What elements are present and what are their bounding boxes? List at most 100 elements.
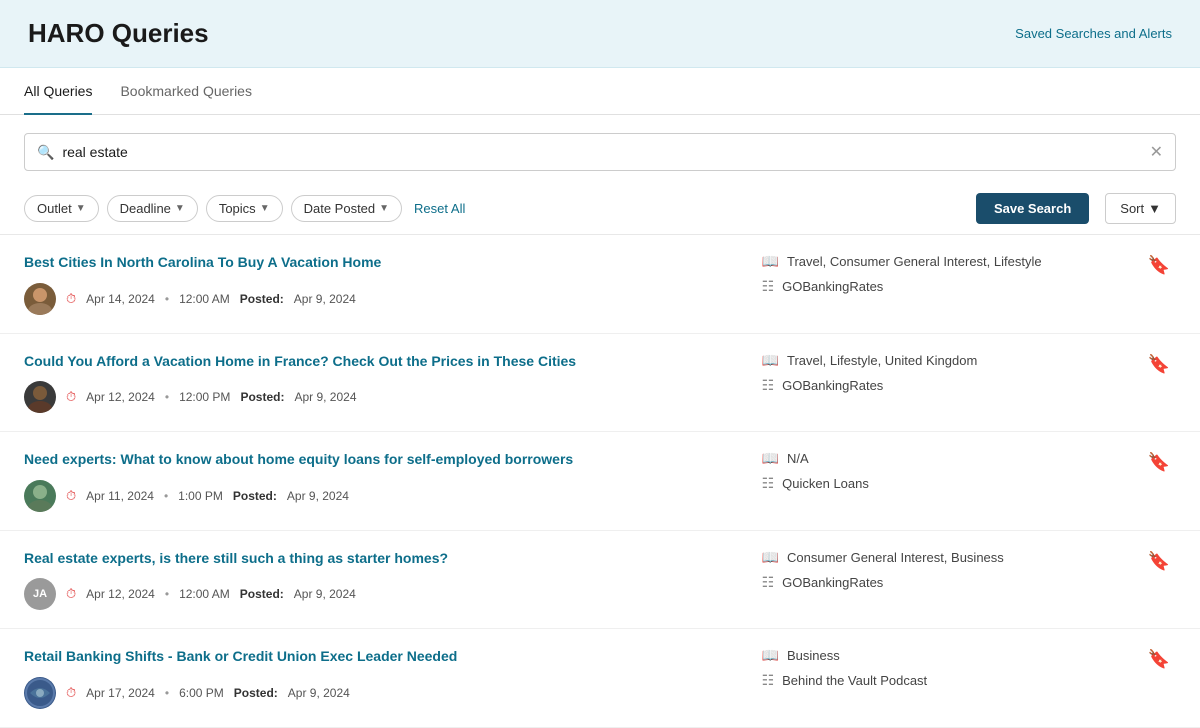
topics-row-4: 📖 Consumer General Interest, Business xyxy=(762,549,1126,566)
avatar-3 xyxy=(24,480,56,512)
result-title-2[interactable]: Could You Afford a Vacation Home in Fran… xyxy=(24,352,730,372)
result-left-4: Real estate experts, is there still such… xyxy=(24,549,730,611)
result-meta-2: ⏱ Apr 12, 2024 • 12:00 PM Posted: Apr 9,… xyxy=(24,381,730,413)
table-row: Could You Afford a Vacation Home in Fran… xyxy=(0,334,1200,433)
tabs-bar: All Queries Bookmarked Queries xyxy=(0,68,1200,115)
date-posted-filter-button[interactable]: Date Posted ▼ xyxy=(291,195,402,222)
posted-label-5: Posted: xyxy=(234,686,278,700)
avatar-1 xyxy=(24,283,56,315)
result-left-5: Retail Banking Shifts - Bank or Credit U… xyxy=(24,647,730,709)
outlet-icon-4: ☷ xyxy=(762,574,775,591)
outlet-text-1: GOBankingRates xyxy=(782,279,883,294)
outlet-row-5: ☷ Behind the Vault Podcast xyxy=(762,672,1126,689)
search-input[interactable] xyxy=(62,144,1149,160)
result-title-1[interactable]: Best Cities In North Carolina To Buy A V… xyxy=(24,253,730,273)
deadline-date-5: Apr 17, 2024 xyxy=(86,686,155,700)
bookmark-button-4[interactable]: 🔖 xyxy=(1142,549,1176,574)
header: HARO Queries Saved Searches and Alerts xyxy=(0,0,1200,68)
topics-filter-button[interactable]: Topics ▼ xyxy=(206,195,283,222)
deadline-time-5: 6:00 PM xyxy=(179,686,224,700)
deadline-date-4: Apr 12, 2024 xyxy=(86,587,155,601)
clock-icon-2: ⏱ xyxy=(66,389,76,405)
outlet-icon-5: ☷ xyxy=(762,672,775,689)
main-content: All Queries Bookmarked Queries 🔍 ✕ Outle… xyxy=(0,68,1200,728)
result-right-2: 📖 Travel, Lifestyle, United Kingdom ☷ GO… xyxy=(746,352,1126,414)
clock-icon-4: ⏱ xyxy=(66,586,76,602)
topics-row-2: 📖 Travel, Lifestyle, United Kingdom xyxy=(762,352,1126,369)
topics-chevron-icon: ▼ xyxy=(260,203,270,214)
posted-label-3: Posted: xyxy=(233,489,277,503)
avatar-image-1 xyxy=(24,283,56,315)
result-meta-4: JA ⏱ Apr 12, 2024 • 12:00 AM Posted: Apr… xyxy=(24,578,730,610)
avatar-2 xyxy=(24,381,56,413)
result-meta-3: ⏱ Apr 11, 2024 • 1:00 PM Posted: Apr 9, … xyxy=(24,480,730,512)
outlet-text-5: Behind the Vault Podcast xyxy=(782,673,927,688)
avatar-4: JA xyxy=(24,578,56,610)
filters-bar: Outlet ▼ Deadline ▼ Topics ▼ Date Posted… xyxy=(0,183,1200,235)
bookmark-button-3[interactable]: 🔖 xyxy=(1142,450,1176,475)
avatar-image-3 xyxy=(24,480,56,512)
result-meta-1: ⏱ Apr 14, 2024 • 12:00 AM Posted: Apr 9,… xyxy=(24,283,730,315)
topics-text-4: Consumer General Interest, Business xyxy=(787,550,1004,565)
date-posted-chevron-icon: ▼ xyxy=(379,203,389,214)
clock-icon-3: ⏱ xyxy=(66,488,76,504)
saved-searches-link[interactable]: Saved Searches and Alerts xyxy=(1015,26,1172,41)
posted-date-4: Apr 9, 2024 xyxy=(294,587,356,601)
clear-search-icon[interactable]: ✕ xyxy=(1150,142,1163,162)
result-left-3: Need experts: What to know about home eq… xyxy=(24,450,730,512)
result-left-2: Could You Afford a Vacation Home in Fran… xyxy=(24,352,730,414)
outlet-chevron-icon: ▼ xyxy=(76,203,86,214)
topics-row-1: 📖 Travel, Consumer General Interest, Lif… xyxy=(762,253,1126,270)
result-title-5[interactable]: Retail Banking Shifts - Bank or Credit U… xyxy=(24,647,730,667)
search-section: 🔍 ✕ xyxy=(0,115,1200,183)
deadline-chevron-icon: ▼ xyxy=(175,203,185,214)
result-right-1: 📖 Travel, Consumer General Interest, Lif… xyxy=(746,253,1126,315)
table-row: Retail Banking Shifts - Bank or Credit U… xyxy=(0,629,1200,728)
deadline-time-3: 1:00 PM xyxy=(178,489,223,503)
book-icon-4: 📖 xyxy=(762,549,779,566)
search-bar-container: 🔍 ✕ xyxy=(24,133,1176,171)
result-title-4[interactable]: Real estate experts, is there still such… xyxy=(24,549,730,569)
book-icon-5: 📖 xyxy=(762,647,779,664)
outlet-row-4: ☷ GOBankingRates xyxy=(762,574,1126,591)
book-icon-2: 📖 xyxy=(762,352,779,369)
table-row: Best Cities In North Carolina To Buy A V… xyxy=(0,235,1200,334)
save-search-button[interactable]: Save Search xyxy=(976,193,1089,224)
bookmark-button-1[interactable]: 🔖 xyxy=(1142,253,1176,278)
result-right-5: 📖 Business ☷ Behind the Vault Podcast xyxy=(746,647,1126,709)
topics-text-2: Travel, Lifestyle, United Kingdom xyxy=(787,353,977,368)
tab-bookmarked-queries[interactable]: Bookmarked Queries xyxy=(120,69,252,115)
bookmark-button-2[interactable]: 🔖 xyxy=(1142,352,1176,377)
deadline-time-2: 12:00 PM xyxy=(179,390,230,404)
outlet-filter-button[interactable]: Outlet ▼ xyxy=(24,195,99,222)
sort-button[interactable]: Sort ▼ xyxy=(1105,193,1176,224)
page-title: HARO Queries xyxy=(28,18,209,49)
tab-all-queries[interactable]: All Queries xyxy=(24,69,92,115)
table-row: Real estate experts, is there still such… xyxy=(0,531,1200,630)
posted-date-2: Apr 9, 2024 xyxy=(294,390,356,404)
topics-row-3: 📖 N/A xyxy=(762,450,1126,467)
avatar-image-2 xyxy=(24,381,56,413)
result-title-3[interactable]: Need experts: What to know about home eq… xyxy=(24,450,730,470)
posted-label-4: Posted: xyxy=(240,587,284,601)
outlet-icon-2: ☷ xyxy=(762,377,775,394)
posted-date-3: Apr 9, 2024 xyxy=(287,489,349,503)
dot-2: • xyxy=(165,390,169,404)
outlet-text-4: GOBankingRates xyxy=(782,575,883,590)
bookmark-button-5[interactable]: 🔖 xyxy=(1142,647,1176,672)
result-right-4: 📖 Consumer General Interest, Business ☷ … xyxy=(746,549,1126,611)
result-meta-5: ⏱ Apr 17, 2024 • 6:00 PM Posted: Apr 9, … xyxy=(24,677,730,709)
posted-label-2: Posted: xyxy=(240,390,284,404)
deadline-date-3: Apr 11, 2024 xyxy=(86,489,154,503)
outlet-row-3: ☷ Quicken Loans xyxy=(762,475,1126,492)
outlet-row-1: ☷ GOBankingRates xyxy=(762,278,1126,295)
result-left-1: Best Cities In North Carolina To Buy A V… xyxy=(24,253,730,315)
avatar-image-5 xyxy=(24,677,56,709)
dot-1: • xyxy=(165,292,169,306)
outlet-icon-1: ☷ xyxy=(762,278,775,295)
deadline-filter-button[interactable]: Deadline ▼ xyxy=(107,195,198,222)
reset-all-button[interactable]: Reset All xyxy=(414,201,465,216)
posted-date-1: Apr 9, 2024 xyxy=(294,292,356,306)
result-right-3: 📖 N/A ☷ Quicken Loans xyxy=(746,450,1126,512)
clock-icon-5: ⏱ xyxy=(66,685,76,701)
